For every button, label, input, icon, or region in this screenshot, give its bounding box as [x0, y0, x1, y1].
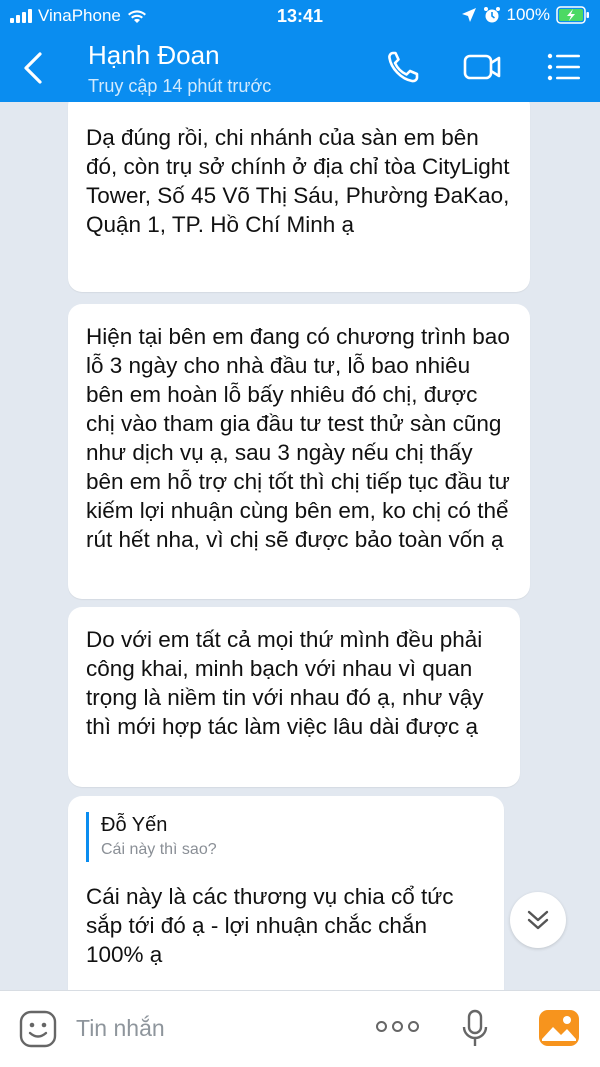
- microphone-icon[interactable]: [460, 1009, 490, 1049]
- contact-name[interactable]: Hạnh Đoan: [88, 40, 220, 71]
- message-text: Hiện tại bên em đang có chương trình bao…: [86, 324, 510, 552]
- back-arrow-icon[interactable]: [18, 50, 50, 86]
- message-input-bar: Tin nhắn: [0, 990, 600, 1067]
- chat-navbar: Hạnh Đoan Truy cập 14 phút trước: [0, 34, 600, 102]
- message-bubble[interactable]: Hiện tại bên em đang có chương trình bao…: [68, 304, 530, 599]
- message-list[interactable]: Dạ đúng rồi, chi nhánh của sàn em bên đó…: [0, 102, 600, 990]
- quoted-message[interactable]: Đỗ Yến Cái này thì sao?: [86, 812, 486, 862]
- menu-list-icon[interactable]: [544, 48, 584, 86]
- status-right: 100%: [461, 5, 590, 25]
- double-chevron-down-icon: [527, 910, 549, 930]
- message-text: Do với em tất cả mọi thứ mình đều phải c…: [86, 627, 484, 739]
- phone-call-icon[interactable]: [384, 48, 424, 86]
- alarm-icon: [483, 7, 500, 23]
- message-input[interactable]: Tin nhắn: [76, 1015, 165, 1042]
- quoted-text: Cái này thì sao?: [101, 841, 217, 858]
- message-bubble[interactable]: Dạ đúng rồi, chi nhánh của sàn em bên đó…: [68, 102, 530, 292]
- more-options-icon[interactable]: [376, 1021, 419, 1032]
- message-bubble[interactable]: Do với em tất cả mọi thứ mình đều phải c…: [68, 607, 520, 787]
- emoji-sticker-icon[interactable]: [18, 1009, 58, 1049]
- message-text: Dạ đúng rồi, chi nhánh của sàn em bên đó…: [86, 125, 510, 237]
- message-bubble-reply[interactable]: Đỗ Yến Cái này thì sao? Cái này là các t…: [68, 796, 504, 990]
- status-bar: VinaPhone 13:41 100%: [0, 0, 600, 34]
- video-call-icon[interactable]: [462, 48, 502, 86]
- message-text: Cái này là các thương vụ chia cổ tức sắp…: [86, 884, 454, 967]
- location-arrow-icon: [461, 8, 476, 22]
- scroll-to-bottom-button[interactable]: [510, 892, 566, 948]
- photo-gallery-icon[interactable]: [538, 1009, 580, 1047]
- battery-charging-icon: [556, 6, 589, 24]
- quoted-sender-name: Đỗ Yến: [101, 814, 168, 836]
- header: VinaPhone 13:41 100% Hạnh Đoan Truy cập …: [0, 0, 600, 102]
- last-seen-status: Truy cập 14 phút trước: [88, 76, 272, 96]
- battery-percent: 100%: [506, 5, 550, 24]
